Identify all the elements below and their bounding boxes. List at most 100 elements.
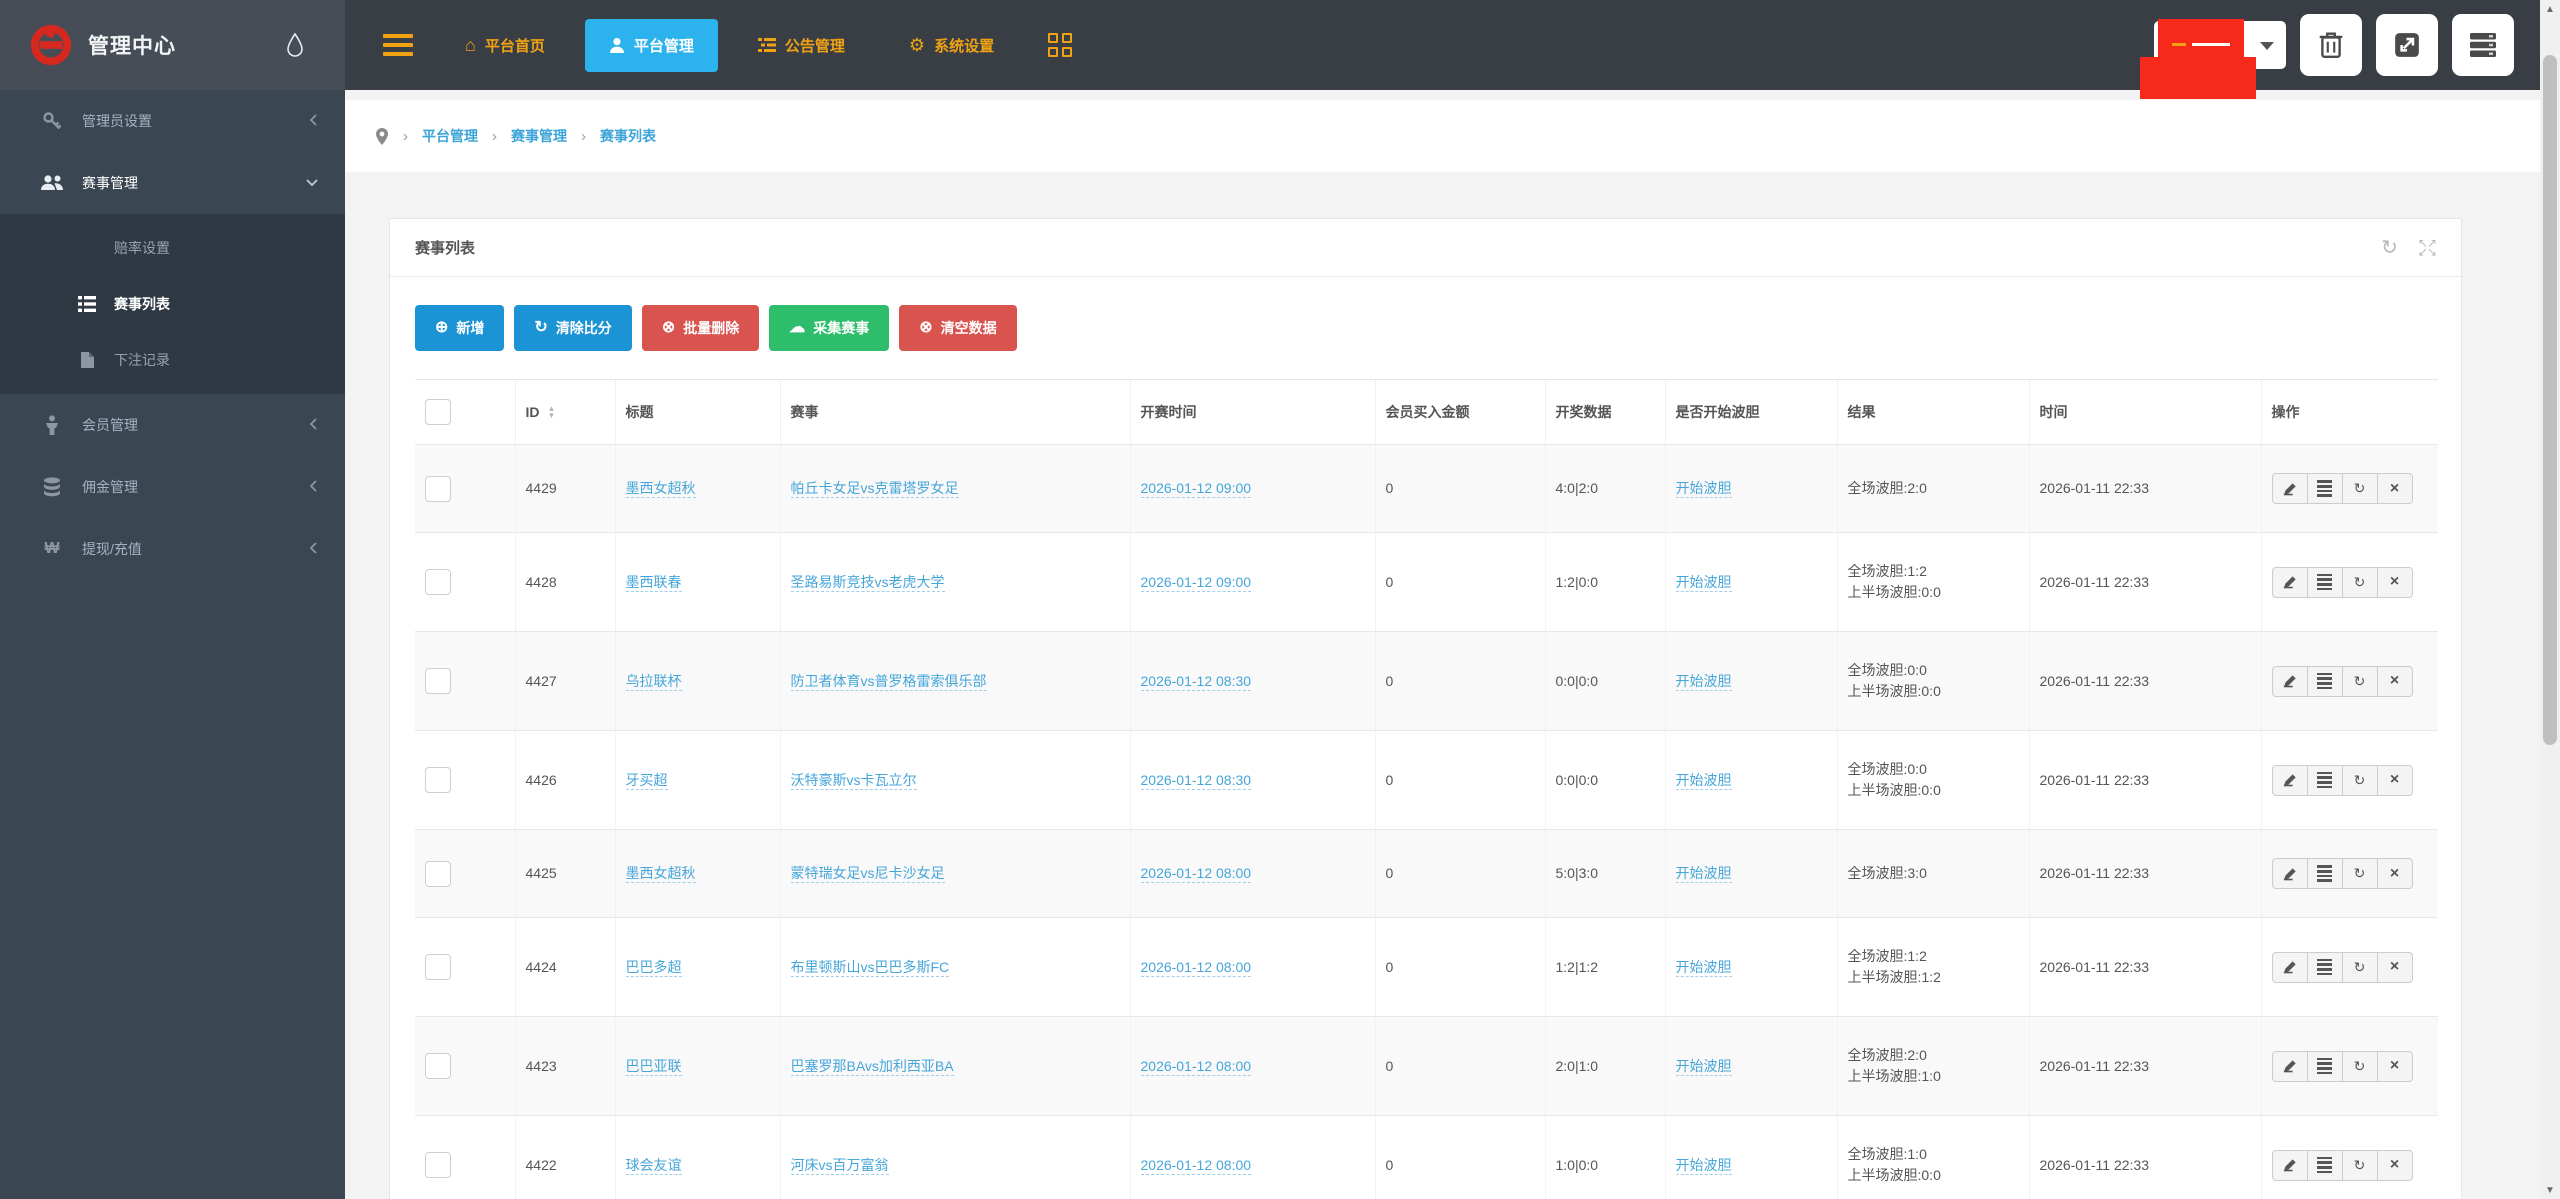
row-refresh-button[interactable]: ↻ — [2341, 951, 2378, 983]
sidebar-toggle-icon[interactable] — [383, 34, 413, 56]
nav-item-announcement[interactable]: 公告管理 — [734, 19, 869, 72]
sidebar-item-odds-settings[interactable]: 赔率设置 — [0, 220, 345, 276]
start-bodan-link[interactable]: 开始波胆 — [1675, 865, 1732, 883]
edit-button[interactable] — [2271, 473, 2308, 504]
sidebar-item-admin-settings[interactable]: 管理员设置 — [0, 90, 345, 152]
match-link[interactable]: 沃特豪斯vs卡瓦立尔 — [790, 771, 917, 790]
row-delete-button[interactable]: × — [2376, 1149, 2413, 1181]
sort-icon[interactable]: ▲ ▼ — [548, 405, 556, 420]
sidebar-item-match-manage[interactable]: 赛事管理 — [0, 152, 345, 214]
breadcrumb-link-match-list[interactable]: 赛事列表 — [600, 126, 656, 146]
detail-list-button[interactable] — [2306, 473, 2343, 504]
row-delete-button[interactable]: × — [2376, 566, 2413, 598]
row-refresh-button[interactable]: ↻ — [2341, 1050, 2378, 1082]
start-bodan-link[interactable]: 开始波胆 — [1675, 672, 1732, 691]
refresh-card-icon[interactable]: ↻ — [2381, 238, 2398, 258]
league-link[interactable]: 墨西女超秋 — [625, 480, 696, 498]
logout-button[interactable] — [2376, 14, 2438, 76]
collect-matches-button[interactable]: ☁ 采集赛事 — [769, 305, 890, 351]
breadcrumb-link-match-manage[interactable]: 赛事管理 — [511, 126, 567, 146]
detail-list-button[interactable] — [2306, 566, 2343, 598]
scroll-up-arrow[interactable]: ▲ — [2540, 0, 2560, 18]
start-time-link[interactable]: 2026-01-12 08:00 — [1140, 865, 1252, 883]
row-refresh-button[interactable]: ↻ — [2341, 764, 2378, 796]
row-delete-button[interactable]: × — [2376, 665, 2413, 697]
row-checkbox[interactable] — [425, 954, 451, 980]
start-bodan-link[interactable]: 开始波胆 — [1675, 1057, 1732, 1076]
edit-button[interactable] — [2271, 951, 2308, 983]
match-link[interactable]: 防卫者体育vs普罗格雷索俱乐部 — [790, 672, 987, 691]
row-delete-button[interactable]: × — [2376, 1050, 2413, 1082]
row-refresh-button[interactable]: ↻ — [2341, 858, 2378, 889]
start-time-link[interactable]: 2026-01-12 08:00 — [1140, 1057, 1252, 1076]
match-link[interactable]: 蒙特瑞女足vs尼卡沙女足 — [790, 865, 945, 883]
breadcrumb-link-platform[interactable]: 平台管理 — [422, 126, 478, 146]
start-bodan-link[interactable]: 开始波胆 — [1675, 1156, 1732, 1175]
row-delete-button[interactable]: × — [2376, 951, 2413, 983]
match-link[interactable]: 布里顿斯山vs巴巴多斯FC — [790, 958, 950, 977]
row-checkbox[interactable] — [425, 475, 451, 502]
detail-list-button[interactable] — [2306, 951, 2343, 983]
detail-list-button[interactable] — [2306, 1149, 2343, 1181]
clear-data-button[interactable]: ⊗ 清空数据 — [899, 305, 1017, 351]
nav-item-system-settings[interactable]: ⚙ 系统设置 — [885, 19, 1018, 72]
match-link[interactable]: 河床vs百万富翁 — [790, 1156, 889, 1175]
nav-item-platform-home[interactable]: ⌂ 平台首页 — [441, 19, 569, 72]
sidebar-item-bet-records[interactable]: 下注记录 — [0, 332, 345, 388]
clear-score-button[interactable]: ↻ 清除比分 — [514, 305, 632, 351]
start-time-link[interactable]: 2026-01-12 08:30 — [1140, 672, 1252, 691]
row-checkbox[interactable] — [425, 767, 451, 793]
match-link[interactable]: 帕丘卡女足vs克雷塔罗女足 — [790, 480, 959, 498]
sidebar-item-member-manage[interactable]: 会员管理 — [0, 394, 345, 456]
start-bodan-link[interactable]: 开始波胆 — [1675, 480, 1732, 498]
league-link[interactable]: 巴巴多超 — [625, 958, 682, 977]
start-bodan-link[interactable]: 开始波胆 — [1675, 958, 1732, 977]
scrollbar-thumb[interactable] — [2543, 55, 2557, 745]
edit-button[interactable] — [2271, 1050, 2308, 1082]
row-refresh-button[interactable]: ↻ — [2341, 665, 2378, 697]
start-bodan-link[interactable]: 开始波胆 — [1675, 771, 1732, 790]
league-link[interactable]: 墨西联春 — [625, 573, 682, 592]
servers-button[interactable] — [2452, 14, 2514, 76]
row-delete-button[interactable]: × — [2376, 764, 2413, 796]
add-button[interactable]: ⊕ 新增 — [415, 305, 505, 351]
row-checkbox[interactable] — [425, 668, 451, 694]
user-menu-button[interactable] — [2140, 19, 2286, 99]
start-time-link[interactable]: 2026-01-12 08:30 — [1140, 771, 1252, 790]
row-refresh-button[interactable]: ↻ — [2341, 473, 2378, 504]
start-time-link[interactable]: 2026-01-12 09:00 — [1140, 480, 1252, 498]
detail-list-button[interactable] — [2306, 665, 2343, 697]
row-delete-button[interactable]: × — [2376, 858, 2413, 889]
start-time-link[interactable]: 2026-01-12 09:00 — [1140, 573, 1252, 592]
row-refresh-button[interactable]: ↻ — [2341, 1149, 2378, 1181]
edit-button[interactable] — [2271, 665, 2308, 697]
sidebar-item-match-list[interactable]: 赛事列表 — [0, 276, 345, 332]
trash-button[interactable] — [2300, 14, 2362, 76]
fullscreen-icon[interactable]: ↖↗ ↙↘ — [2418, 237, 2437, 258]
sidebar-item-withdraw-deposit[interactable]: ₩ 提现/充值 — [0, 518, 345, 580]
match-link[interactable]: 圣路易斯竞技vs老虎大学 — [790, 573, 945, 592]
league-link[interactable]: 牙买超 — [625, 771, 668, 790]
match-link[interactable]: 巴塞罗那BAvs加利西亚BA — [790, 1057, 954, 1076]
row-checkbox[interactable] — [425, 1053, 451, 1079]
sidebar-item-commission-manage[interactable]: 佣金管理 — [0, 456, 345, 518]
row-checkbox[interactable] — [425, 1152, 451, 1178]
edit-button[interactable] — [2271, 1149, 2308, 1181]
league-link[interactable]: 巴巴亚联 — [625, 1057, 682, 1076]
start-time-link[interactable]: 2026-01-12 08:00 — [1140, 958, 1252, 977]
batch-delete-button[interactable]: ⊗ 批量删除 — [641, 305, 760, 351]
detail-list-button[interactable] — [2306, 858, 2343, 889]
nav-item-platform-manage[interactable]: 平台管理 — [584, 18, 718, 72]
start-bodan-link[interactable]: 开始波胆 — [1675, 573, 1732, 592]
league-link[interactable]: 球会友谊 — [625, 1156, 682, 1175]
detail-list-button[interactable] — [2306, 764, 2343, 796]
edit-button[interactable] — [2271, 764, 2308, 796]
start-time-link[interactable]: 2026-01-12 08:00 — [1140, 1156, 1252, 1175]
league-link[interactable]: 墨西女超秋 — [625, 865, 696, 883]
apps-grid-icon[interactable] — [1048, 33, 1073, 57]
select-all-checkbox[interactable] — [425, 399, 451, 425]
edit-button[interactable] — [2271, 858, 2308, 889]
row-checkbox[interactable] — [425, 860, 451, 887]
row-delete-button[interactable]: × — [2376, 473, 2413, 504]
league-link[interactable]: 乌拉联杯 — [625, 672, 682, 691]
